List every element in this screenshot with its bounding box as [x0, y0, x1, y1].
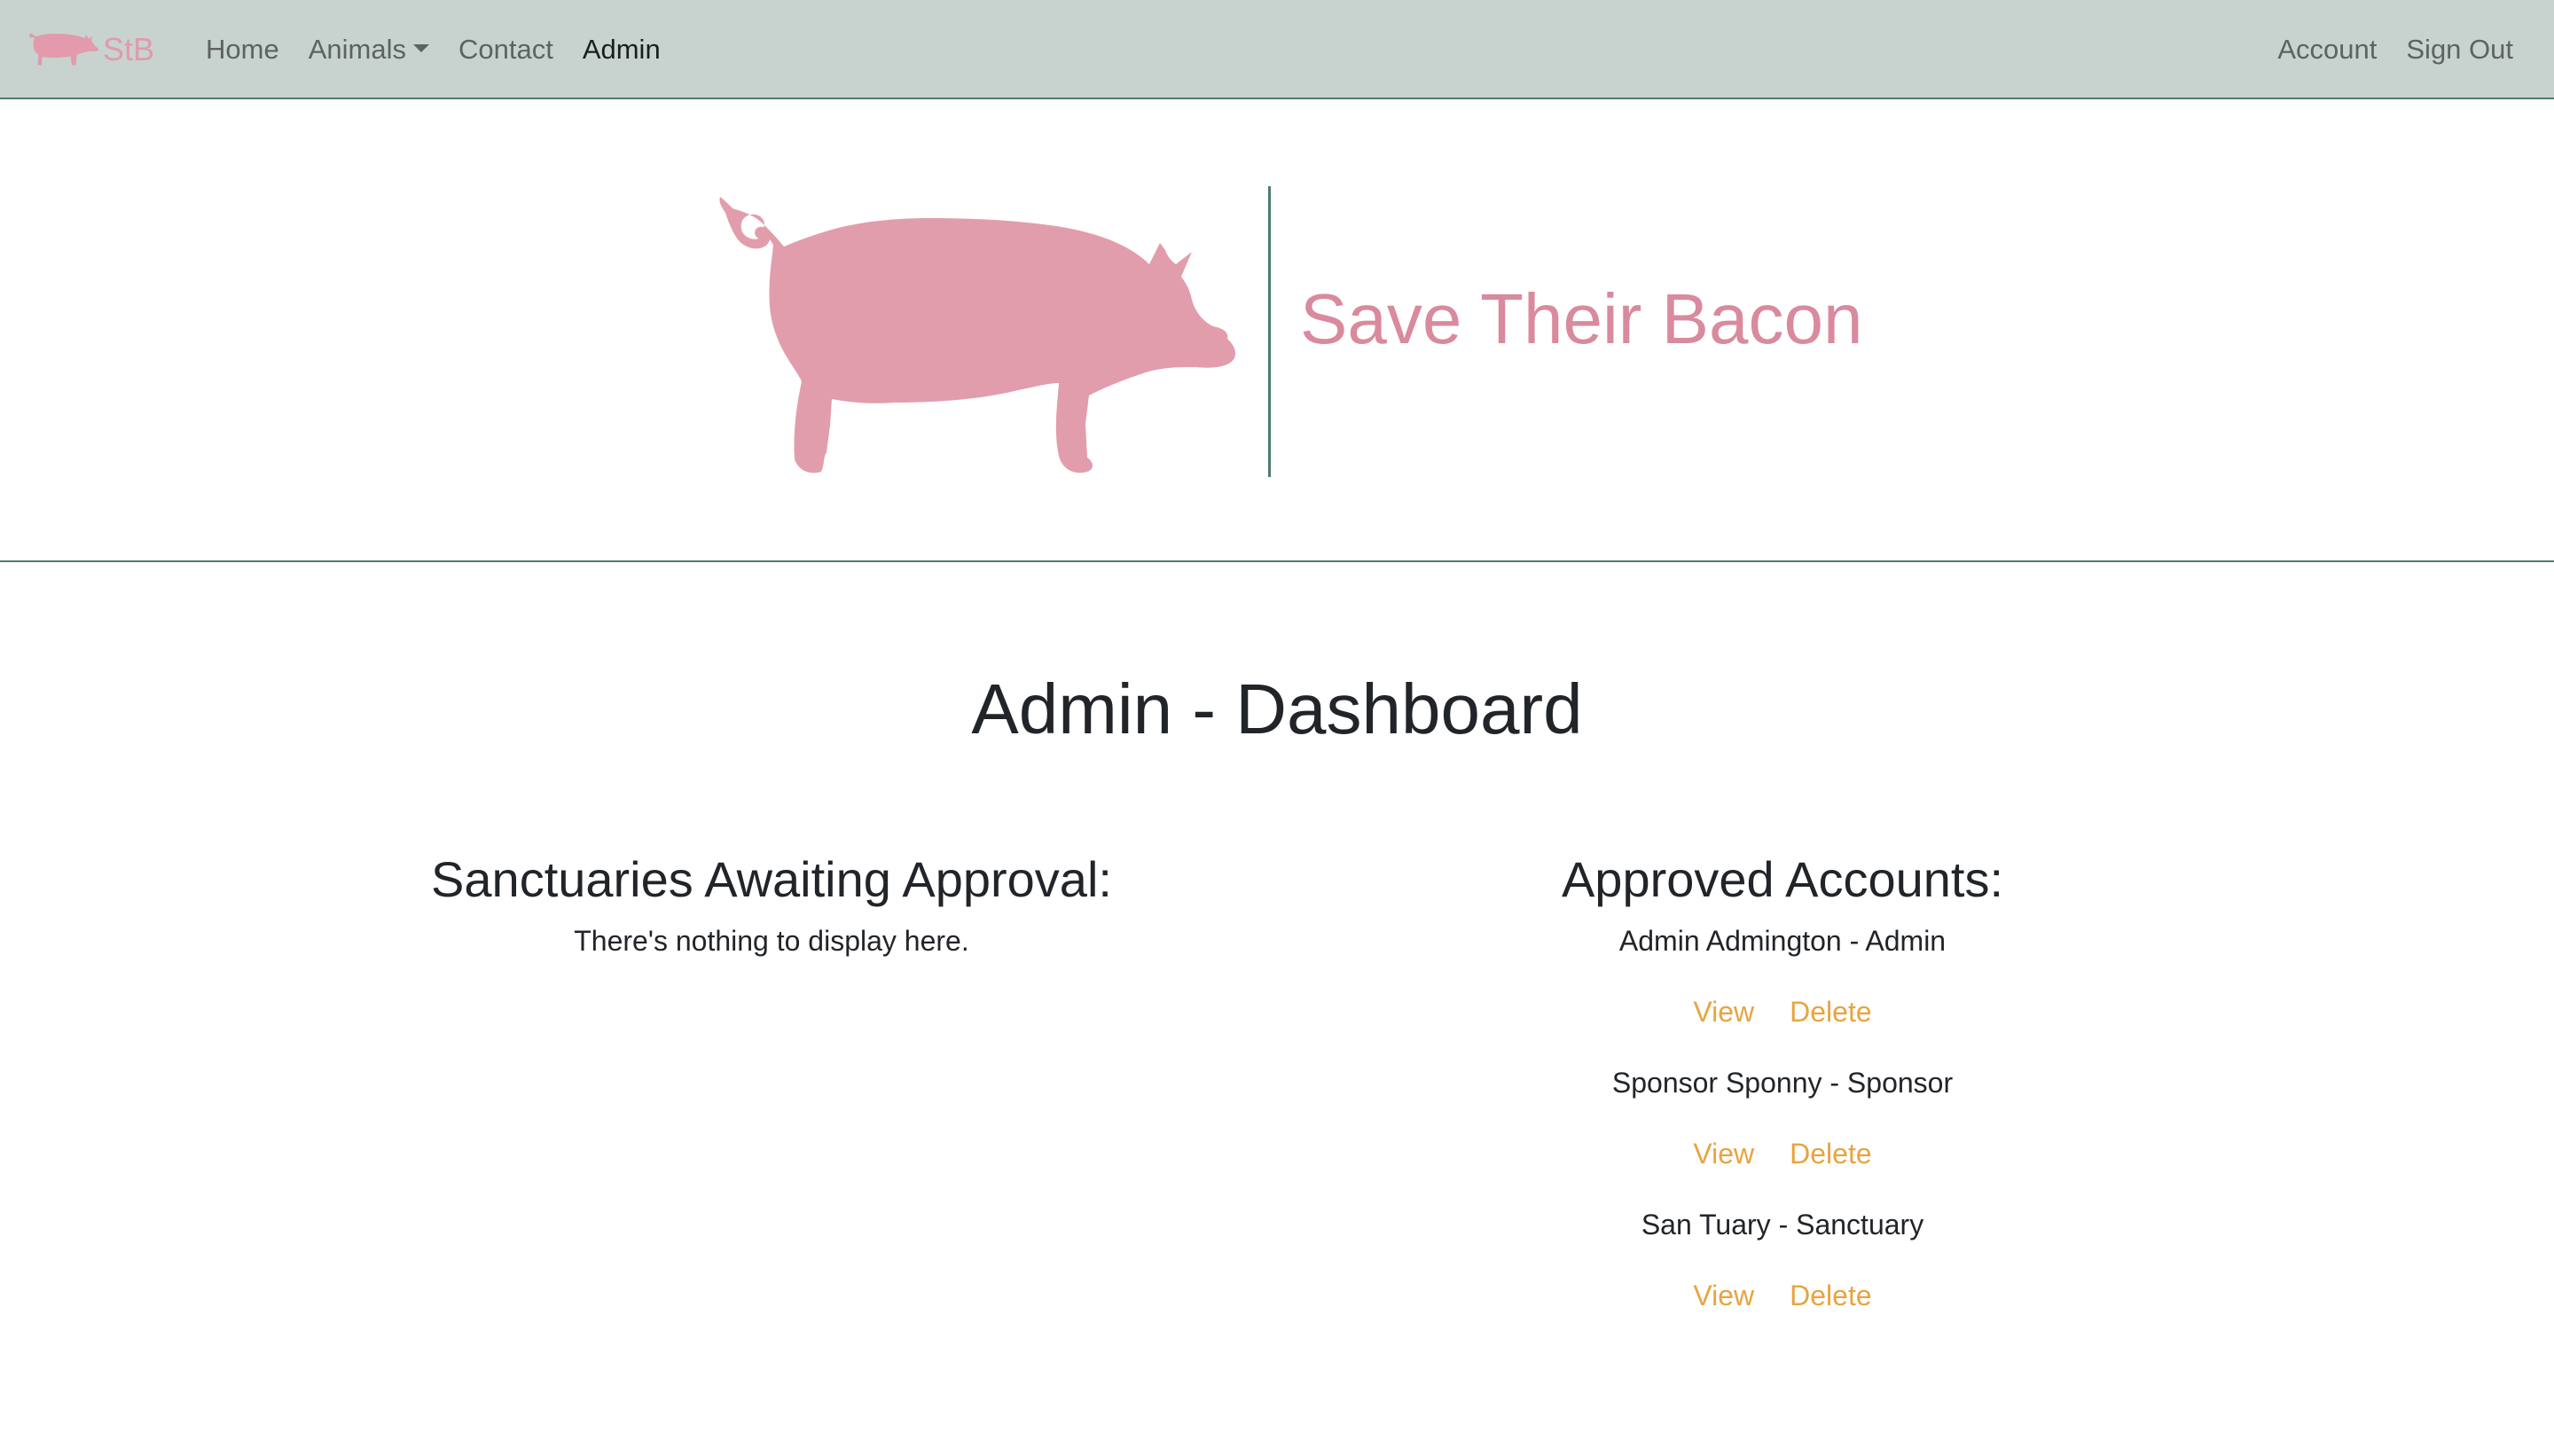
delete-account-link[interactable]: Delete	[1790, 990, 1872, 1033]
navbar: StB Home Animals Contact Admin Account S…	[0, 0, 2554, 99]
view-account-link[interactable]: View	[1693, 1132, 1754, 1175]
page-title: Admin - Dashboard	[971, 669, 1583, 748]
nav-sign-out-link[interactable]: Sign Out	[2406, 34, 2513, 66]
account-name: Sponsor Sponny - Sponsor	[1611, 1067, 1954, 1100]
account-name: San Tuary - Sanctuary	[1641, 1209, 1924, 1241]
view-account-link[interactable]: View	[1693, 1274, 1754, 1317]
account-item: San Tuary - Sanctuary View Delete	[1321, 1203, 2244, 1317]
approved-accounts-section: Approved Accounts: Admin Admington - Adm…	[1321, 849, 2244, 1345]
account-name: Admin Admington - Admin	[1618, 925, 1947, 958]
nav-animals-label: Animals	[308, 34, 406, 65]
brand-link[interactable]: StB	[28, 23, 154, 76]
brand-text: StB	[103, 31, 155, 67]
account-item: Admin Admington - Admin View Delete	[1321, 920, 2244, 1033]
delete-account-link[interactable]: Delete	[1790, 1132, 1872, 1175]
pending-sanctuaries-section: Sanctuaries Awaiting Approval: There's n…	[310, 849, 1233, 962]
nav-home-link[interactable]: Home	[206, 34, 279, 66]
hero-divider	[1268, 186, 1271, 477]
hero-banner: Save Their Bacon	[0, 99, 2554, 562]
nav-right-links: Account Sign Out	[2277, 0, 2513, 99]
nav-admin-link[interactable]: Admin	[583, 34, 661, 66]
approved-accounts-heading: Approved Accounts:	[1561, 851, 2004, 907]
site-title: Save Their Bacon	[1300, 279, 1863, 358]
nav-account-link[interactable]: Account	[2277, 34, 2377, 66]
pig-icon	[28, 23, 99, 76]
nav-links: Home Animals Contact Admin	[206, 0, 661, 99]
account-item: Sponsor Sponny - Sponsor View Delete	[1321, 1061, 2244, 1175]
empty-state-text: There's nothing to display here.	[574, 925, 969, 958]
pending-sanctuaries-heading: Sanctuaries Awaiting Approval:	[431, 851, 1112, 907]
caret-down-icon	[412, 43, 429, 52]
account-actions: View Delete	[1321, 1132, 2244, 1175]
view-account-link[interactable]: View	[1693, 990, 1754, 1033]
nav-animals-dropdown[interactable]: Animals	[309, 34, 429, 66]
nav-contact-link[interactable]: Contact	[458, 34, 553, 66]
account-actions: View Delete	[1321, 990, 2244, 1033]
account-actions: View Delete	[1321, 1274, 2244, 1317]
pig-silhouette-icon	[717, 193, 1238, 481]
delete-account-link[interactable]: Delete	[1790, 1274, 1872, 1317]
